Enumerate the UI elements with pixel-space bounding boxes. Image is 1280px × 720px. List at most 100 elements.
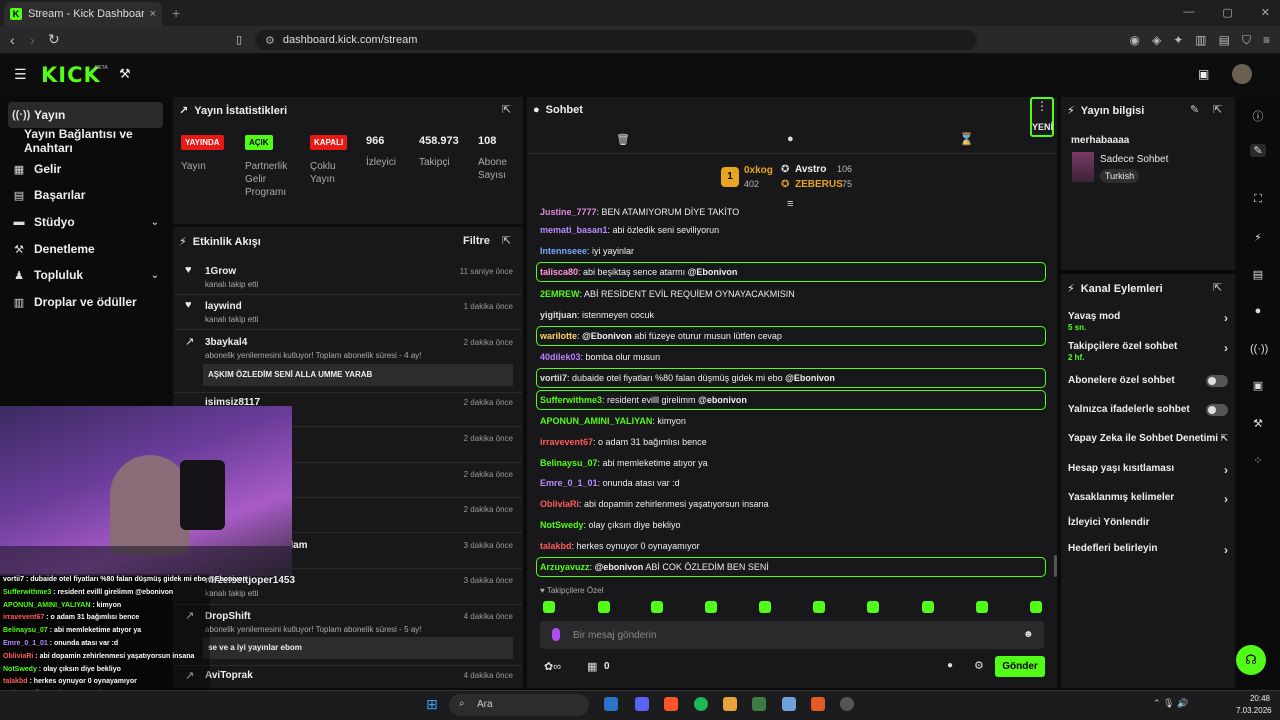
- chat-username[interactable]: Arzuyavuzz: [540, 562, 590, 572]
- steam-icon[interactable]: [604, 697, 618, 711]
- menu-icon[interactable]: ≡: [1263, 33, 1270, 48]
- minimize-icon[interactable]: —: [1183, 6, 1194, 19]
- chat-message[interactable]: Belinaysu_07: abi memleketime atıyor ya: [536, 453, 1046, 473]
- studio-icon[interactable]: ▣: [1250, 379, 1266, 392]
- gift-icon[interactable]: ✿∞: [544, 660, 561, 673]
- new-tab-button[interactable]: +: [172, 5, 180, 21]
- chat-username[interactable]: Emre_0_1_01: [540, 478, 598, 488]
- filter-button[interactable]: Filtre: [463, 235, 490, 247]
- browser-tab[interactable]: K Stream - Kick Dashboard ×: [4, 2, 162, 26]
- chat-message[interactable]: vortii7: dubaide otel fiyatları %80 fala…: [536, 368, 1046, 388]
- chat-message[interactable]: 40dilek03: bomba olur musun: [536, 347, 1046, 367]
- windows-start-icon[interactable]: ⊞: [426, 696, 438, 713]
- channel-action-row[interactable]: Hesap yaşı kısıtlaması ›: [1068, 463, 1228, 485]
- site-settings-icon[interactable]: ⚙: [265, 34, 275, 47]
- sidebar-item-denetleme[interactable]: ⚒ Denetleme: [8, 236, 163, 262]
- app-icon[interactable]: [723, 697, 737, 711]
- chat-message[interactable]: APONUN_AMINI_YALIYAN: kimyon: [536, 411, 1046, 431]
- channel-action-row[interactable]: Yalnızca ifadelerle sohbet: [1068, 404, 1228, 426]
- discord-icon[interactable]: [635, 697, 649, 711]
- channel-action-row[interactable]: Yavaş mod 5 sn. ›: [1068, 311, 1228, 333]
- chat-message[interactable]: yigitjuan: istenmeyen cocuk: [536, 305, 1046, 325]
- chat-message[interactable]: Justine_7777: BEN ATAMIYORUM DİYE TAKİTO: [536, 202, 1046, 222]
- chat-message[interactable]: memati_basan1: abi özledik seni seviliyo…: [536, 220, 1046, 240]
- emote-icon[interactable]: [759, 601, 771, 613]
- chat-message[interactable]: talisca80: abi beşiktaş sence atarmı @Eb…: [536, 262, 1046, 282]
- sidebar-item-basarilar[interactable]: ▤ Başarılar: [8, 182, 163, 208]
- channel-action-row[interactable]: Abonelere özel sohbet: [1068, 375, 1228, 397]
- chat-message[interactable]: Emre_0_1_01: onunda atası var :d: [536, 473, 1046, 493]
- chat-message[interactable]: 2EMREW: ABİ RESİDENT EVİL REQUİEM OYNAYA…: [536, 284, 1046, 304]
- close-window-icon[interactable]: ✕: [1261, 6, 1270, 19]
- emote-icon[interactable]: [922, 601, 934, 613]
- brave-icon[interactable]: [664, 697, 678, 711]
- gear-icon[interactable]: ⚙: [974, 659, 984, 672]
- puzzle-icon[interactable]: ✦: [1173, 33, 1183, 48]
- sidebar-item-droplar[interactable]: ▥ Droplar ve ödüller: [8, 289, 163, 315]
- hourglass-icon[interactable]: ⌛: [959, 132, 974, 146]
- popout-icon[interactable]: ⇱: [1213, 281, 1222, 294]
- emote-icon[interactable]: [976, 601, 988, 613]
- chat-message[interactable]: irravevent67: o adam 31 bağımlısı bence: [536, 432, 1046, 452]
- chat-username[interactable]: 40dilek03: [540, 352, 581, 362]
- chat-username[interactable]: Intennseee: [540, 246, 587, 256]
- chat-username[interactable]: Justine_7777: [540, 207, 597, 217]
- send-button[interactable]: Gönder: [995, 656, 1045, 677]
- broadcast-icon[interactable]: ((·)): [1250, 343, 1268, 355]
- sidebar-item-topluluk[interactable]: ♟ Topluluk ⌄: [8, 262, 163, 288]
- edit-icon[interactable]: ✎: [1250, 144, 1266, 157]
- app-icon[interactable]: [811, 697, 825, 711]
- kick-logo[interactable]: KICK: [41, 63, 101, 87]
- chat-message[interactable]: Intennseee: iyi yayinlar: [536, 241, 1046, 261]
- support-icon[interactable]: ☊: [1236, 645, 1266, 675]
- sidebar-item-stream-key[interactable]: Yayın Bağlantısı ve Anahtarı: [20, 127, 172, 155]
- emote-icon[interactable]: [651, 601, 663, 613]
- chat-message[interactable]: warilotte: @Ebonivon abi füzeye oturur m…: [536, 326, 1046, 346]
- emote-icon[interactable]: [598, 601, 610, 613]
- toggle-switch[interactable]: [1206, 375, 1228, 387]
- chat-mention[interactable]: @Ebonivon: [582, 331, 632, 341]
- chat-bubble-icon[interactable]: ●: [787, 133, 794, 145]
- reload-icon[interactable]: ↻: [48, 31, 60, 48]
- forward-icon[interactable]: ›: [30, 32, 35, 48]
- wallet-icon[interactable]: ▤: [1219, 33, 1230, 48]
- chat-username[interactable]: NotSwedy: [540, 520, 584, 530]
- chat-username[interactable]: ObliviaRi: [540, 499, 579, 509]
- chat-icon[interactable]: ●: [1250, 305, 1266, 317]
- chat-username[interactable]: Sufferwithme3: [540, 395, 602, 405]
- chat-username[interactable]: vortii7: [540, 373, 567, 383]
- spotify-icon[interactable]: [694, 697, 708, 711]
- chat-username[interactable]: yigitjuan: [540, 310, 577, 320]
- chat-username[interactable]: memati_basan1: [540, 225, 608, 235]
- popout-icon[interactable]: ⇱: [1213, 103, 1222, 116]
- channel-action-row[interactable]: Yasaklanmış kelimeler ›: [1068, 492, 1228, 514]
- chat-message[interactable]: ObliviaRi: abi dopamin zehirlenmesi yaşa…: [536, 494, 1046, 514]
- avatar[interactable]: [1232, 64, 1252, 84]
- hamburger-icon[interactable]: ☰: [14, 66, 27, 83]
- wrench-icon[interactable]: ⚒: [119, 66, 131, 82]
- chat-username[interactable]: talisca80: [540, 267, 578, 277]
- creator-mode-icon[interactable]: ▣: [1198, 67, 1209, 81]
- chat-username[interactable]: APONUN_AMINI_YALIYAN: [540, 416, 652, 426]
- chat-message[interactable]: Sufferwithme3: resident evilll girelimm …: [536, 390, 1046, 410]
- community-icon[interactable]: ⁘: [1250, 454, 1266, 467]
- sidebar-item-studyo[interactable]: ▬ Stüdyo ⌄: [8, 209, 163, 235]
- chat-message[interactable]: Arzuyavuzz: @ebonivon ABİ COK ÖZLEDİM BE…: [536, 557, 1046, 577]
- chat-bubble-icon[interactable]: ●: [947, 660, 953, 671]
- tray-icons[interactable]: ⌃ 🎙 🔊: [1153, 698, 1188, 709]
- chat-mention[interactable]: @Ebonivon: [688, 267, 738, 277]
- channel-action-row[interactable]: İzleyici Yönlendir: [1068, 517, 1228, 539]
- chat-username[interactable]: 2EMREW: [540, 289, 580, 299]
- shield-icon[interactable]: ⛉: [1242, 33, 1251, 48]
- chat-username[interactable]: irravevent67: [540, 437, 593, 447]
- obs-icon[interactable]: [840, 697, 854, 711]
- info-icon[interactable]: ⓘ: [1250, 108, 1266, 124]
- maximize-icon[interactable]: ▢: [1222, 6, 1232, 19]
- chat-mention[interactable]: @ebonivon: [698, 395, 747, 405]
- emoji-icon[interactable]: ☻: [1023, 629, 1034, 640]
- channel-action-row[interactable]: Yapay Zeka ile Sohbet Denetimi ⇱: [1068, 433, 1228, 455]
- capture-icon[interactable]: ⛶: [1250, 193, 1266, 206]
- tab-close-icon[interactable]: ×: [150, 8, 156, 20]
- sidebar-item-yayin[interactable]: ((·)) Yayın: [8, 102, 163, 128]
- app-icon[interactable]: [782, 697, 796, 711]
